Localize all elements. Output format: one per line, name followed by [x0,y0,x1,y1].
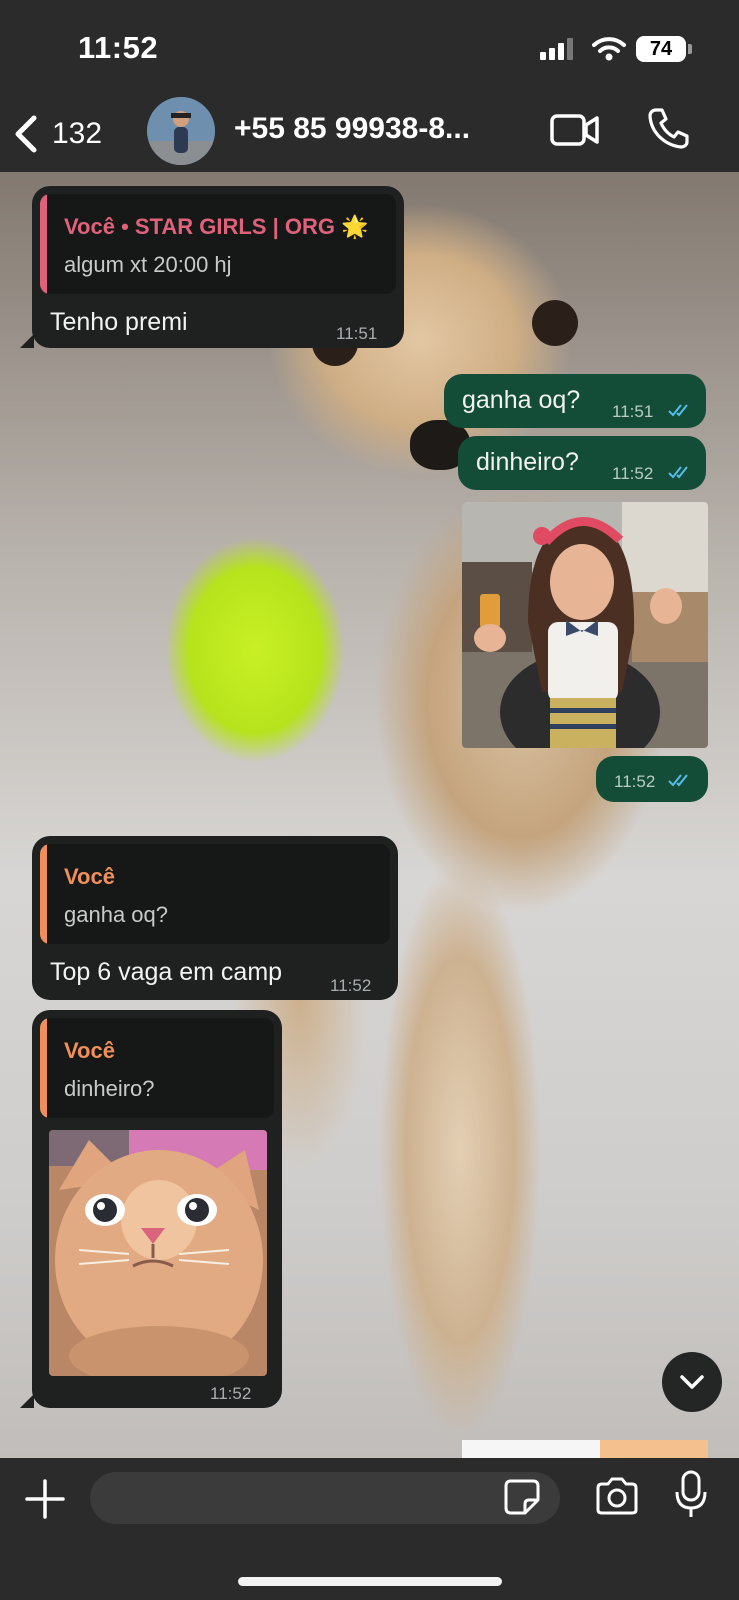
battery-tip [688,44,692,54]
message-bubble-outgoing[interactable]: ganha oq? 11:51 [444,374,706,428]
message-time: 11:52 [612,464,654,483]
bubble-tail [20,1394,34,1408]
plus-icon[interactable] [24,1478,66,1520]
message-time: 11:52 [210,1384,252,1403]
quote-author: Você • STAR GIRLS | ORG 🌟 [64,214,369,239]
message-time: 11:51 [336,324,378,343]
microphone-icon[interactable] [674,1470,708,1520]
message-bubble-outgoing[interactable]: 11:52 [596,756,708,802]
quote-text: ganha oq? [64,902,168,927]
message-bubble-outgoing[interactable]: dinheiro? 11:52 [458,436,706,490]
back-button[interactable]: 132 [12,106,102,162]
message-composer [0,1458,739,1600]
message-bubble-incoming[interactable]: Você • STAR GIRLS | ORG 🌟 algum xt 20:00… [32,186,404,348]
image-message-outgoing[interactable] [462,502,708,748]
quote-text: dinheiro? [64,1076,155,1101]
message-input[interactable] [90,1472,560,1524]
quote-accent-bar [40,194,47,294]
message-time: 11:51 [612,402,654,421]
unread-count: 132 [52,117,103,150]
video-camera-icon[interactable] [550,112,600,148]
quote-accent-bar [40,1018,47,1118]
read-ticks-icon [668,404,688,417]
avatar-image [147,97,215,165]
chevron-left-icon [15,115,37,153]
kitten-photo [49,1130,267,1376]
message-text: Tenho premi [50,308,188,336]
message-text: dinheiro? [476,448,579,476]
chat-header: 132 +55 85 99938-8... [0,96,739,172]
phone-icon[interactable] [646,106,690,150]
partial-image-message[interactable] [462,1440,708,1458]
message-bubble-incoming[interactable]: Você ganha oq? Top 6 vaga em camp 11:52 [32,836,398,1000]
quoted-message[interactable]: Você ganha oq? [40,844,390,944]
home-indicator [238,1577,502,1586]
cellular-signal-icon [540,38,576,60]
read-ticks-icon [668,774,688,787]
quote-text: algum xt 20:00 hj [64,252,232,277]
wifi-icon [592,37,626,61]
wallpaper-detail [532,300,578,346]
battery-indicator: 74 [636,36,686,62]
message-text: ganha oq? [462,386,581,414]
quote-accent-bar [40,844,47,944]
message-time: 11:52 [614,772,656,791]
camera-icon[interactable] [594,1476,640,1516]
image-message-incoming[interactable] [49,1130,267,1376]
quote-author: Você [64,864,115,889]
contact-name[interactable]: +55 85 99938-8... [234,112,470,146]
message-bubble-incoming[interactable]: Você dinheiro? 11:52 [32,1010,282,1408]
read-ticks-icon [668,466,688,479]
quote-author: Você [64,1038,115,1063]
contact-avatar[interactable] [147,97,215,165]
quoted-message[interactable]: Você • STAR GIRLS | ORG 🌟 algum xt 20:00… [40,194,396,294]
chevron-down-icon [680,1375,704,1389]
scroll-to-bottom-button[interactable] [662,1352,722,1412]
status-bar: 11:52 74 [0,0,739,96]
quoted-message[interactable]: Você dinheiro? [40,1018,274,1118]
bubble-tail [20,334,34,348]
message-text: Top 6 vaga em camp [50,958,283,986]
girl-photo [462,502,708,748]
sticker-icon[interactable] [503,1478,541,1516]
message-time: 11:52 [330,976,372,995]
status-time: 11:52 [78,30,159,65]
